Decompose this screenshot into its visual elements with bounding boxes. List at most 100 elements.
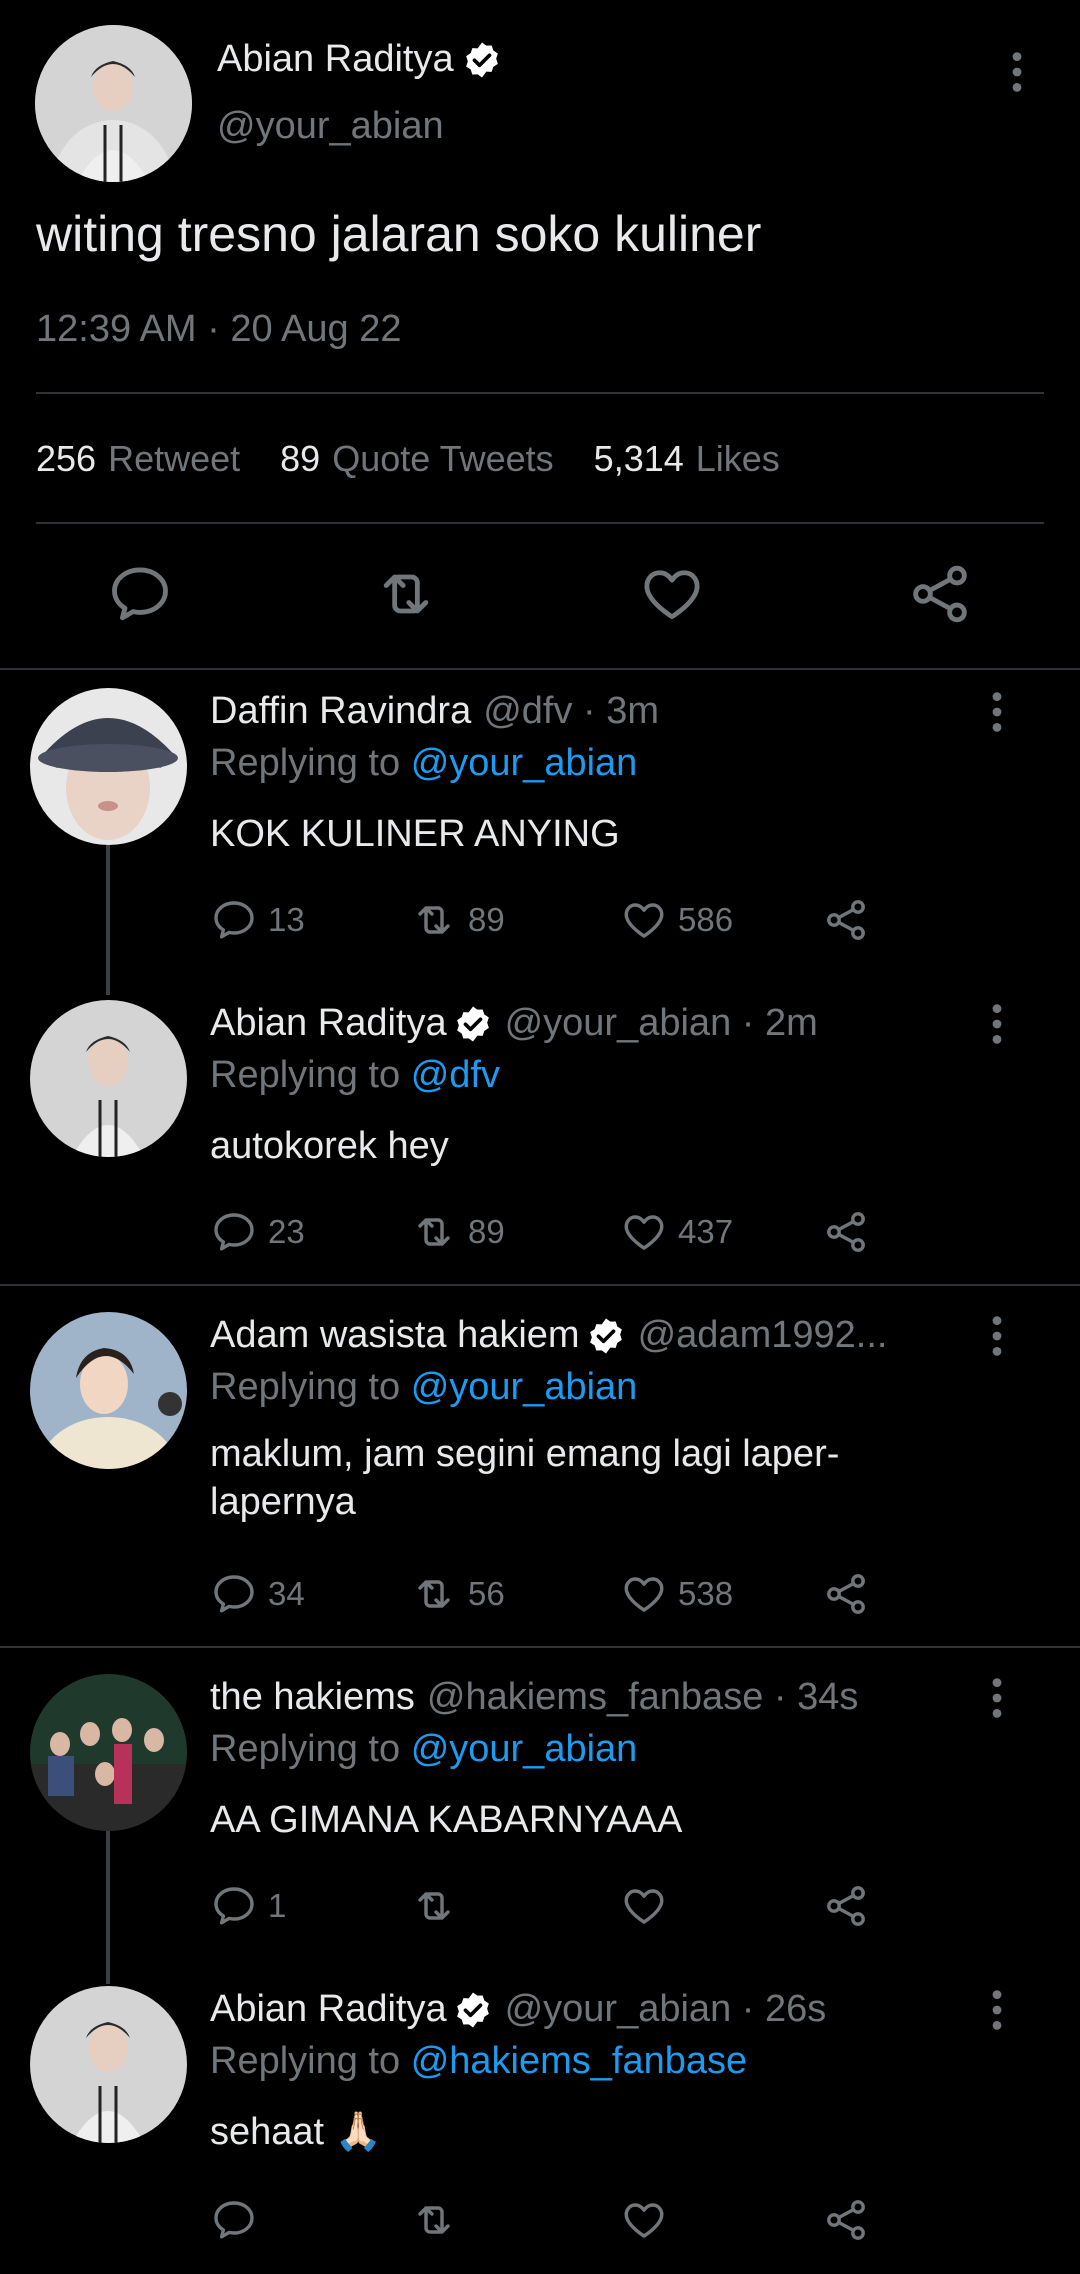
reply-icon [210,1882,258,1930]
verified-badge-icon [453,1004,493,1044]
reply-count: 13 [268,901,305,938]
divider [36,522,1044,524]
share-button[interactable] [822,2196,870,2244]
replying-to: Replying to @your_abian [210,1366,637,1409]
retweet-icon [410,2196,458,2244]
tweet-timestamp: 12:39 AM · 20 Aug 22 [36,308,402,350]
like-button[interactable]: 437 [620,1208,733,1256]
replying-to-link[interactable]: @your_abian [411,1366,638,1408]
divider [36,392,1044,394]
share-button[interactable] [822,1570,870,1618]
replying-prefix: Replying to [210,1054,401,1096]
like-button[interactable] [620,1882,678,1930]
reply-header: Daffin Ravindra @dfv · 3m [210,690,659,733]
avatar[interactable] [35,25,192,182]
more-options-icon[interactable] [980,1314,1014,1358]
tweet-stats: 256 Retweet 89 Quote Tweets 5,314 Likes [36,438,780,480]
divider [0,1284,1080,1286]
reply-button[interactable] [210,2196,268,2244]
reply-author-handle[interactable]: @dfv · 3m [483,690,659,733]
retweet-button[interactable] [410,1882,468,1930]
reply-author-handle[interactable]: @your_abian · 26s [505,1988,827,2031]
author-handle[interactable]: @your_abian [217,105,444,148]
avatar[interactable] [30,1312,187,1469]
reply-author-handle[interactable]: @your_abian · 2m [505,1002,818,1045]
replying-to: Replying to @your_abian [210,1728,637,1771]
reply-actions: 23 89 437 [210,1208,890,1260]
retweet-icon [410,1208,458,1256]
retweet-button[interactable] [410,2196,468,2244]
share-button[interactable] [822,896,870,944]
retweet-icon [410,1882,458,1930]
like-icon [620,1570,668,1618]
avatar[interactable] [30,688,187,845]
retweet-button[interactable]: 56 [410,1570,505,1618]
more-options-icon[interactable] [980,1002,1014,1046]
avatar[interactable] [30,1674,187,1831]
tweet-text: witing tresno jalaran soko kuliner [36,206,762,262]
reply-author-name[interactable]: Abian Raditya [210,1002,447,1045]
author-name-text[interactable]: Abian Raditya [217,38,454,81]
reply-author-name[interactable]: Daffin Ravindra [210,690,471,733]
divider [0,668,1080,670]
replying-prefix: Replying to [210,2040,401,2082]
like-button[interactable]: 538 [620,1570,733,1618]
replying-to-link[interactable]: @your_abian [411,1728,638,1770]
thread-line [106,1828,110,1984]
share-icon[interactable] [906,560,974,628]
reply-icon[interactable] [106,560,174,628]
author-name[interactable]: Abian Raditya [217,38,502,81]
avatar[interactable] [30,1986,187,2143]
reply-icon [210,1570,258,1618]
reply-actions: 1 [210,1882,890,1934]
reply-actions [210,2196,890,2248]
reply-icon [210,1208,258,1256]
like-icon [620,1208,668,1256]
reply-text: sehaat 🙏🏻 [210,2111,382,2153]
like-icon [620,2196,668,2244]
retweets-stat[interactable]: 256 Retweet [36,438,240,480]
share-button[interactable] [822,1882,870,1930]
reply-header: the hakiems @hakiems_fanbase · 34s [210,1676,858,1719]
like-icon[interactable] [638,560,706,628]
like-button[interactable]: 586 [620,896,733,944]
quotes-label: Quote Tweets [332,438,554,479]
more-options-icon[interactable] [980,1676,1014,1720]
share-icon [822,896,870,944]
reply-count: 23 [268,1213,305,1250]
reply-author-name[interactable]: Adam wasista hakiem [210,1314,580,1357]
reply-count: 34 [268,1575,305,1612]
verified-badge-icon [586,1316,626,1356]
reply-author-handle[interactable]: @adam1992... [638,1314,888,1357]
share-button[interactable] [822,1208,870,1256]
reply-header: Abian Raditya @your_abian · 2m [210,1002,818,1045]
more-options-icon[interactable] [980,1988,1014,2032]
retweet-button[interactable]: 89 [410,1208,505,1256]
more-options-icon[interactable] [980,690,1014,734]
thread-line [106,845,110,995]
likes-stat[interactable]: 5,314 Likes [594,438,780,480]
reply-button[interactable]: 34 [210,1570,305,1618]
reply-button[interactable]: 23 [210,1208,305,1256]
replying-to-link[interactable]: @your_abian [411,742,638,784]
reply-button[interactable]: 13 [210,896,305,944]
reply-author-name[interactable]: the hakiems [210,1676,415,1719]
retweet-icon [410,896,458,944]
like-icon [620,1882,668,1930]
verified-badge-icon [462,40,502,80]
retweet-count: 89 [468,1213,505,1250]
like-button[interactable] [620,2196,678,2244]
reply-author-handle[interactable]: @hakiems_fanbase · 34s [427,1676,858,1719]
retweet-icon[interactable] [372,560,440,628]
avatar[interactable] [30,1000,187,1157]
retweet-button[interactable]: 89 [410,896,505,944]
replying-prefix: Replying to [210,742,401,784]
quotes-stat[interactable]: 89 Quote Tweets [280,438,554,480]
replying-to-link[interactable]: @hakiems_fanbase [411,2040,747,2082]
more-options-icon[interactable] [1000,50,1034,94]
reply-author-name[interactable]: Abian Raditya [210,1988,447,2031]
reply-button[interactable]: 1 [210,1882,286,1930]
replying-to-link[interactable]: @dfv [411,1054,500,1096]
reply-icon [210,2196,258,2244]
reply-icon [210,896,258,944]
